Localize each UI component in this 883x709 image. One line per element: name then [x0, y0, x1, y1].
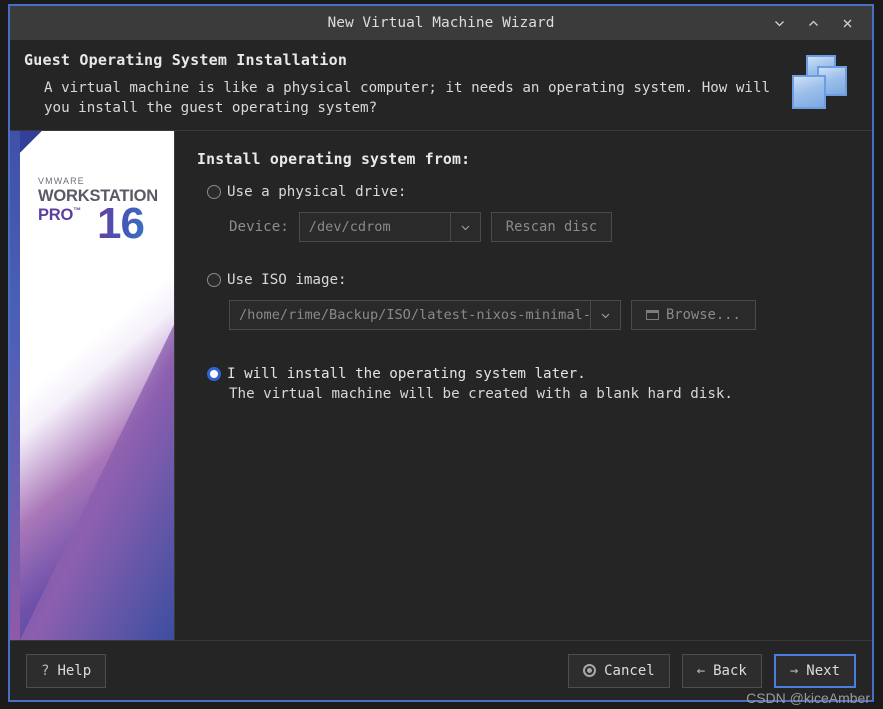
header-text-block: Guest Operating System Installation A vi…: [24, 51, 792, 118]
page-title: Guest Operating System Installation: [24, 51, 792, 69]
next-label: Next: [806, 663, 840, 679]
back-label: Back: [713, 663, 747, 679]
back-button[interactable]: ← Back: [682, 654, 762, 688]
option-install-later: I will install the operating system late…: [207, 366, 854, 402]
help-button[interactable]: ? Help: [26, 654, 106, 688]
next-button[interactable]: → Next: [774, 654, 856, 688]
minimize-icon[interactable]: [762, 8, 796, 38]
help-label: Help: [57, 663, 91, 679]
radio-label-install-later: I will install the operating system late…: [227, 366, 586, 382]
maximize-icon[interactable]: [796, 8, 830, 38]
watermark: CSDN @kiceAmber: [746, 690, 870, 706]
footer-buttons: Cancel ← Back → Next: [568, 654, 856, 688]
arrow-right-icon: →: [790, 664, 798, 678]
chevron-down-icon[interactable]: [450, 213, 480, 241]
wizard-footer: ? Help Cancel ← Back → Next CSDN @kiceAm…: [10, 640, 872, 700]
page-description: A virtual machine is like a physical com…: [24, 78, 792, 118]
wizard-header: Guest Operating System Installation A vi…: [10, 40, 872, 130]
title-bar: New Virtual Machine Wizard: [10, 6, 872, 40]
main-content: Install operating system from: Use a phy…: [174, 131, 872, 640]
radio-row-install-later[interactable]: I will install the operating system late…: [207, 366, 854, 382]
rescan-disc-button[interactable]: Rescan disc: [491, 212, 612, 242]
option-physical-drive: Use a physical drive: Device: /dev/cdrom…: [207, 184, 854, 242]
device-select-value: /dev/cdrom: [300, 213, 450, 241]
section-title: Install operating system from:: [197, 151, 854, 168]
browse-button[interactable]: Browse...: [631, 300, 756, 330]
chevron-down-icon[interactable]: [590, 301, 620, 329]
cancel-button[interactable]: Cancel: [568, 654, 670, 688]
spacer-1: [197, 242, 854, 272]
radio-install-later[interactable]: [207, 367, 221, 381]
vmware-boxes-icon: [792, 55, 850, 111]
logo-version-text: 16: [97, 207, 144, 241]
radio-row-physical-drive[interactable]: Use a physical drive:: [207, 184, 854, 200]
spacer-2: [197, 330, 854, 366]
iso-path-value: /home/rime/Backup/ISO/latest-nixos-minim…: [230, 301, 590, 329]
sidebar-accent-strip: [10, 131, 20, 640]
logo-bottom-row: PRO™ 16: [38, 207, 168, 241]
vmware-logo: VMWARE WORKSTATION PRO™ 16: [38, 176, 168, 241]
close-icon[interactable]: [830, 8, 864, 38]
logo-trademark-icon: ™: [73, 206, 81, 215]
install-later-description: The virtual machine will be created with…: [229, 386, 854, 402]
iso-path-select[interactable]: /home/rime/Backup/ISO/latest-nixos-minim…: [229, 300, 621, 330]
branding-sidebar: VMWARE WORKSTATION PRO™ 16: [10, 131, 174, 640]
radio-label-iso-image: Use ISO image:: [227, 272, 347, 288]
physical-drive-controls: Device: /dev/cdrom Rescan disc: [229, 212, 854, 242]
wizard-body: VMWARE WORKSTATION PRO™ 16 Install opera…: [10, 130, 872, 640]
logo-pro-text: PRO™: [38, 207, 81, 224]
logo-pro-label: PRO: [38, 206, 73, 224]
rescan-disc-label: Rescan disc: [506, 219, 597, 235]
iso-image-controls: /home/rime/Backup/ISO/latest-nixos-minim…: [229, 300, 854, 330]
arrow-left-icon: ←: [697, 664, 705, 678]
logo-vmware-text: VMWARE: [38, 176, 168, 186]
wizard-window: New Virtual Machine Wizard Guest Operati…: [8, 4, 874, 702]
option-iso-image: Use ISO image: /home/rime/Backup/ISO/lat…: [207, 272, 854, 330]
radio-iso-image[interactable]: [207, 273, 221, 287]
box-front: [792, 75, 826, 109]
question-mark-icon: ?: [41, 664, 49, 678]
cancel-label: Cancel: [604, 663, 655, 679]
sidebar-corner-triangle: [20, 131, 42, 153]
radio-label-physical-drive: Use a physical drive:: [227, 184, 406, 200]
radio-physical-drive[interactable]: [207, 185, 221, 199]
device-select[interactable]: /dev/cdrom: [299, 212, 481, 242]
folder-icon: [646, 310, 659, 320]
radio-row-iso-image[interactable]: Use ISO image:: [207, 272, 854, 288]
window-title: New Virtual Machine Wizard: [10, 15, 872, 31]
window-controls: [762, 6, 872, 40]
device-label: Device:: [229, 219, 289, 235]
browse-label: Browse...: [666, 307, 741, 323]
stop-icon: [583, 664, 596, 677]
